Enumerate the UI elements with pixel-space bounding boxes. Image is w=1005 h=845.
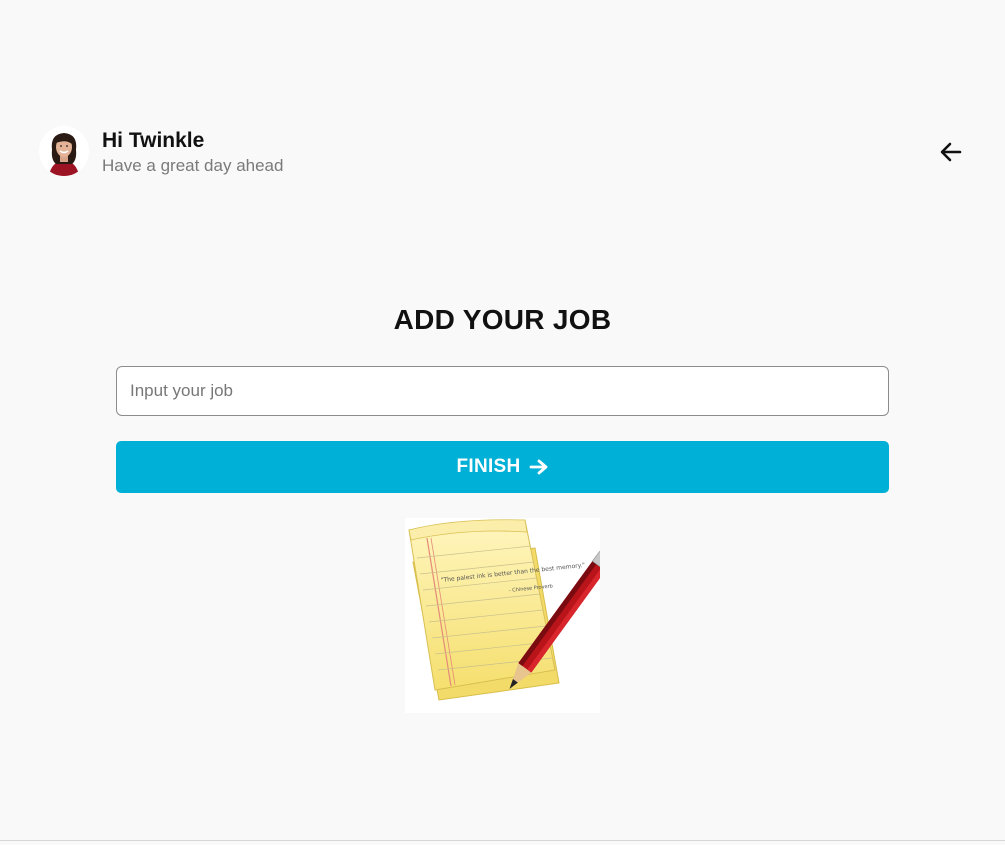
job-input[interactable] — [116, 366, 889, 416]
greeting-subtitle: Have a great day ahead — [102, 156, 284, 175]
arrow-left-icon — [940, 142, 962, 162]
page-title: ADD YOUR JOB — [393, 304, 612, 335]
finish-button[interactable]: FINISH — [116, 441, 889, 493]
greeting: Hi Twinkle Have a great day ahead — [102, 128, 283, 177]
header: Hi Twinkle Have a great day ahead — [39, 126, 965, 178]
notepad-illustration: "The palest ink is better than the best … — [405, 518, 619, 713]
notepad-pencil-icon: "The palest ink is better than the best … — [408, 519, 619, 701]
back-button[interactable] — [937, 138, 965, 166]
greeting-title: Hi Twinkle — [102, 129, 205, 152]
avatar — [39, 126, 89, 176]
arrow-right-icon — [529, 459, 547, 475]
bottom-divider — [0, 840, 1005, 841]
finish-button-label: FINISH — [456, 456, 521, 477]
